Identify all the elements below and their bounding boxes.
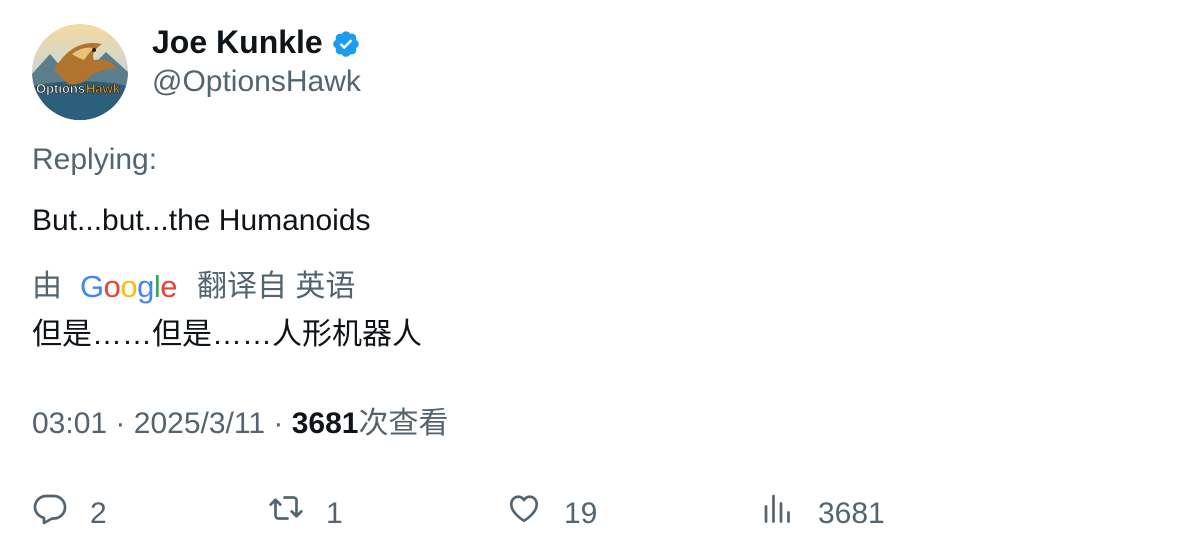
- verified-badge-icon: [331, 29, 361, 59]
- name-row: Joe Kunkle: [152, 22, 361, 62]
- google-letter: G: [80, 269, 104, 304]
- tweet-card: Options Hawk Joe Kunkle @OptionsHawk Rep…: [0, 0, 1196, 558]
- google-letter: e: [160, 269, 178, 304]
- meta-separator: ·: [115, 407, 126, 440]
- like-button[interactable]: 19: [506, 490, 597, 537]
- views-icon: [760, 490, 818, 537]
- retweet-button[interactable]: 1: [268, 490, 343, 537]
- views-label: 次查看: [358, 407, 449, 440]
- translation-attribution: 由 Google 翻译自 英语: [32, 267, 355, 307]
- svg-text:Hawk: Hawk: [86, 81, 121, 96]
- like-count: 19: [564, 496, 598, 530]
- views-button[interactable]: 3681: [760, 490, 885, 537]
- tweet-date[interactable]: 2025/3/11: [134, 407, 265, 440]
- views-action-count: 3681: [818, 496, 885, 530]
- meta-separator: ·: [273, 407, 284, 440]
- svg-text:Options: Options: [36, 81, 85, 96]
- translated-text: 但是……但是……人形机器人: [32, 318, 422, 351]
- retweet-icon: [268, 490, 326, 537]
- reply-count: 2: [90, 496, 107, 530]
- user-handle[interactable]: @OptionsHawk: [152, 62, 361, 102]
- reply-button[interactable]: 2: [32, 490, 107, 537]
- reply-icon: [32, 490, 90, 537]
- tweet-text: But...but...the Humanoids: [32, 204, 371, 237]
- replying-label: Replying:: [32, 143, 158, 176]
- views-count: 3681: [291, 407, 359, 440]
- translated-from-label[interactable]: 翻译自 英语: [197, 267, 355, 307]
- retweet-count: 1: [326, 496, 343, 530]
- google-letter: o: [103, 269, 121, 304]
- google-letter: o: [120, 269, 138, 304]
- google-letter: g: [137, 269, 154, 304]
- translated-by-label: 由: [32, 270, 62, 303]
- display-name[interactable]: Joe Kunkle: [152, 22, 323, 62]
- google-logo[interactable]: Google: [80, 267, 178, 307]
- avatar[interactable]: Options Hawk: [32, 24, 128, 120]
- tweet-meta: 03:01 · 2025/3/11 · 3681次查看: [32, 404, 448, 444]
- tweet-time[interactable]: 03:01: [32, 407, 107, 440]
- like-icon: [506, 490, 564, 537]
